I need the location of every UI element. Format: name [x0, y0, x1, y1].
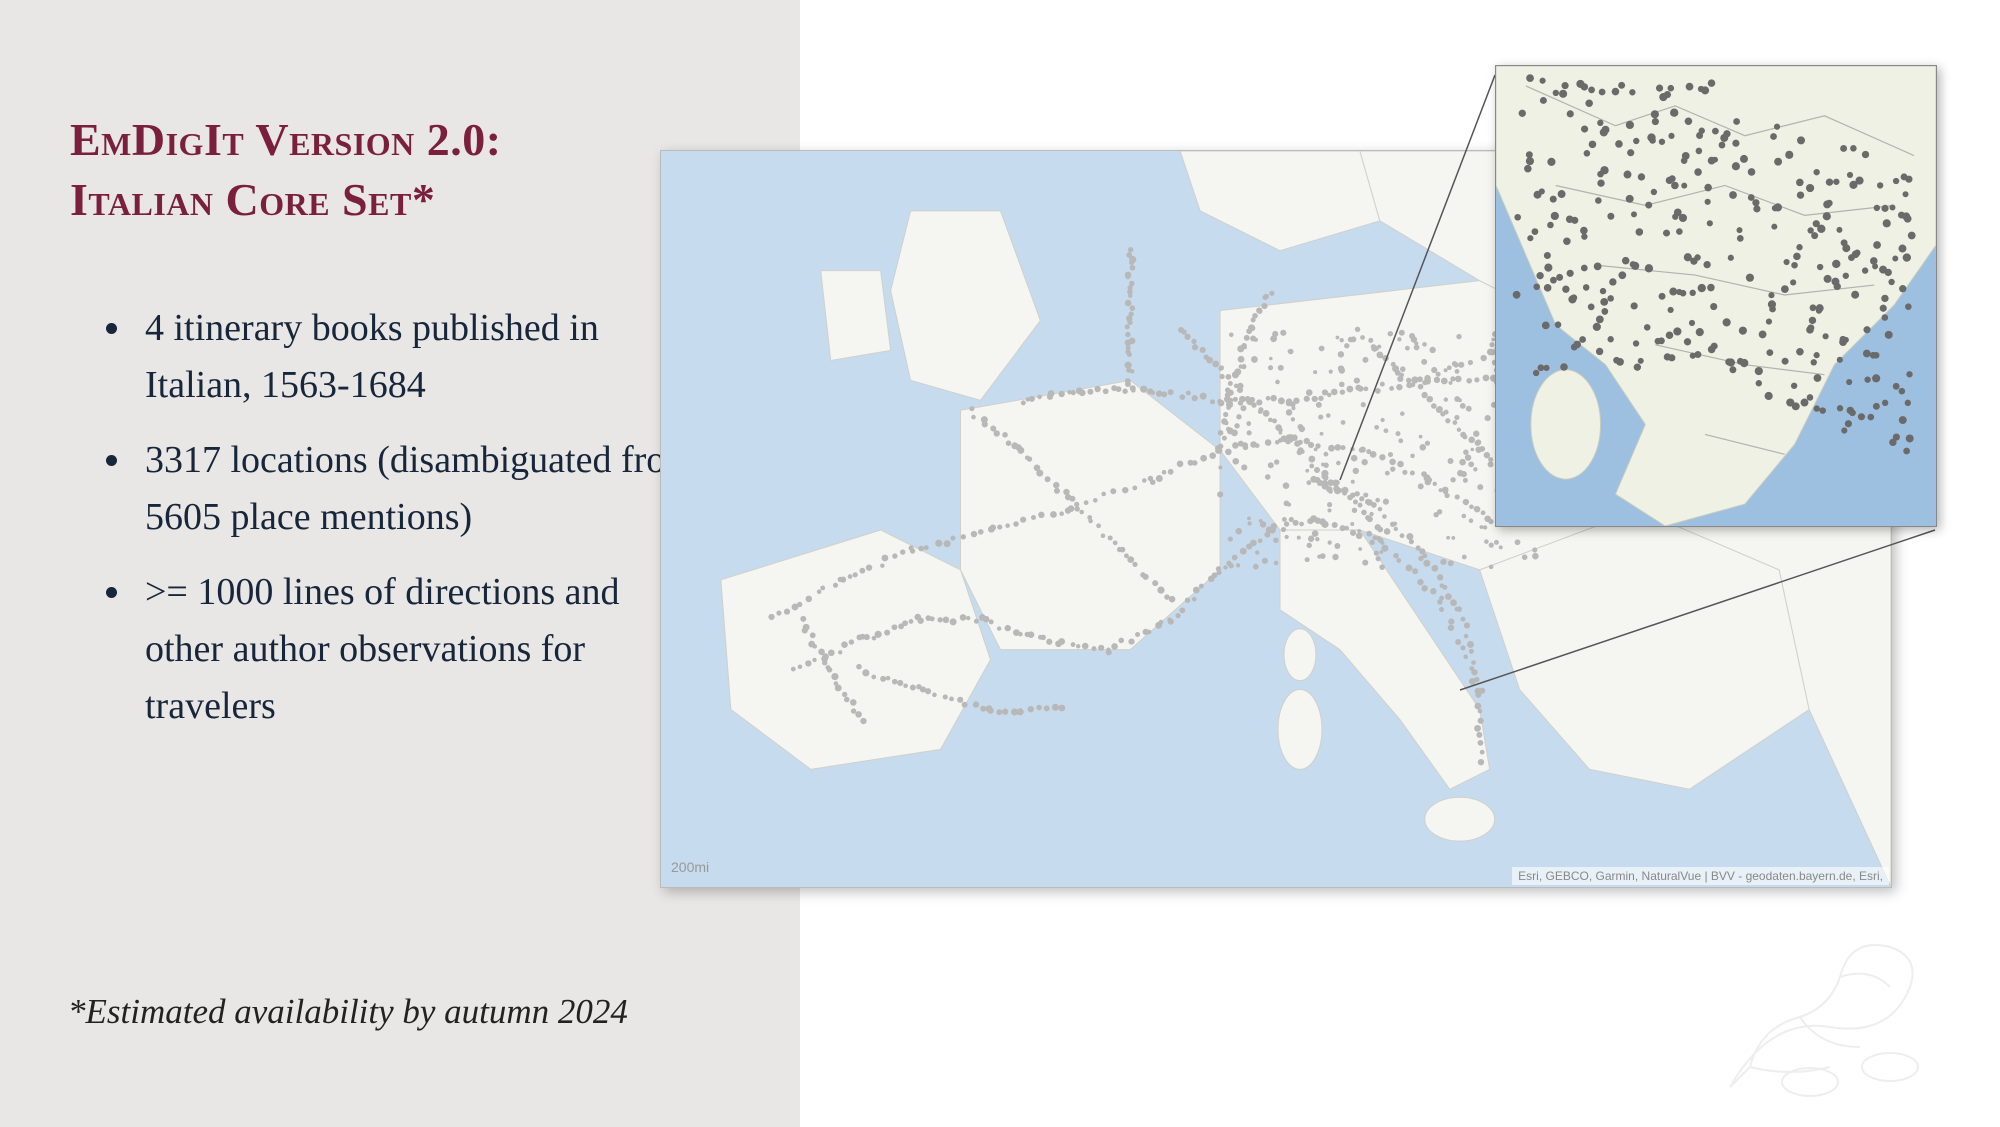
map-inset-italy: [1495, 65, 1937, 527]
map-attribution: Esri, GEBCO, Garmin, NaturalVue | BVV - …: [1512, 867, 1889, 885]
title-line-1: EmDigIt Version 2.0:: [70, 114, 502, 165]
map-scalebar: 200mi: [671, 859, 709, 875]
bullet-list: 4 itinerary books published in Italian, …: [70, 300, 740, 735]
list-item: 3317 locations (disambiguated from 5605 …: [135, 432, 740, 546]
title-line-2: Italian Core Set*: [70, 174, 435, 225]
footnote: *Estimated availability by autumn 2024: [68, 992, 628, 1032]
watermark-icon: [1710, 917, 1970, 1107]
slide-title: EmDigIt Version 2.0: Italian Core Set*: [70, 110, 740, 230]
list-item: >= 1000 lines of directions and other au…: [135, 564, 740, 735]
list-item: 4 itinerary books published in Italian, …: [135, 300, 740, 414]
